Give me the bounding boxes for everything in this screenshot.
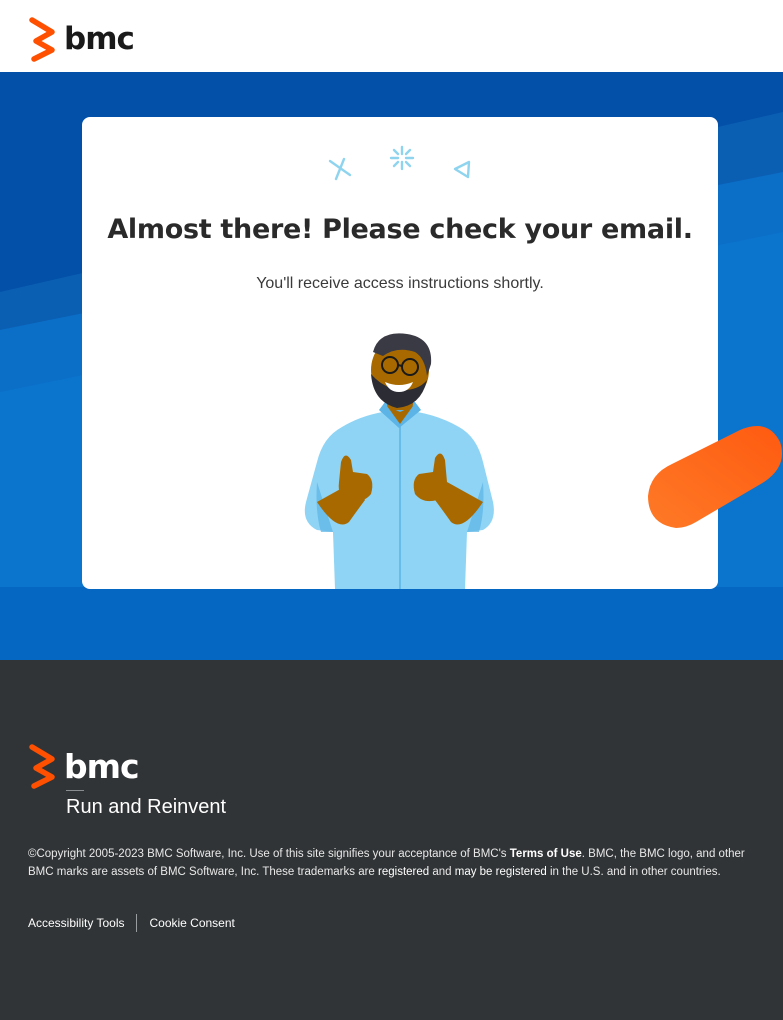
hero-section: Almost there! Please check your email. Y… [0, 72, 783, 660]
footer-links: Accessibility Tools Cookie Consent [28, 914, 235, 932]
footer-logo[interactable]: bmc [28, 743, 140, 789]
may-be-registered-link[interactable]: may be registered [455, 866, 547, 878]
site-footer: bmc Run and Reinvent ©Copyright 2005-202… [0, 660, 783, 1020]
copyright-part-3: and [429, 865, 455, 878]
confirmation-card: Almost there! Please check your email. Y… [82, 117, 718, 589]
footer-tagline: Run and Reinvent [66, 796, 227, 818]
link-separator [136, 914, 138, 932]
thumbs-up-person-illustration [304, 333, 494, 589]
header-logo[interactable]: bmc [28, 16, 135, 62]
logo-wordmark: bmc [64, 20, 135, 57]
logo-wordmark: bmc [64, 746, 140, 786]
tagline-divider [66, 790, 84, 791]
copyright-part-1: ©Copyright 2005-2023 BMC Software, Inc. … [28, 848, 510, 860]
bmc-chevron-logo-icon [29, 17, 55, 62]
terms-of-use-link[interactable]: Terms of Use [510, 848, 582, 860]
orange-pill-decoration [648, 426, 782, 528]
page-subtitle: You'll receive access instructions short… [256, 275, 544, 292]
copyright-text: ©Copyright 2005-2023 BMC Software, Inc. … [28, 846, 770, 881]
page-title: Almost there! Please check your email. [107, 214, 693, 245]
confetti-decoration-icon [328, 145, 471, 181]
accessibility-tools-link[interactable]: Accessibility Tools [28, 916, 124, 930]
bmc-chevron-logo-icon [29, 744, 55, 789]
cookie-consent-link[interactable]: Cookie Consent [149, 916, 234, 930]
site-header: bmc [0, 0, 783, 72]
copyright-part-4: in the U.S. and in other countries. [546, 865, 721, 878]
registered-link[interactable]: registered [378, 866, 429, 878]
